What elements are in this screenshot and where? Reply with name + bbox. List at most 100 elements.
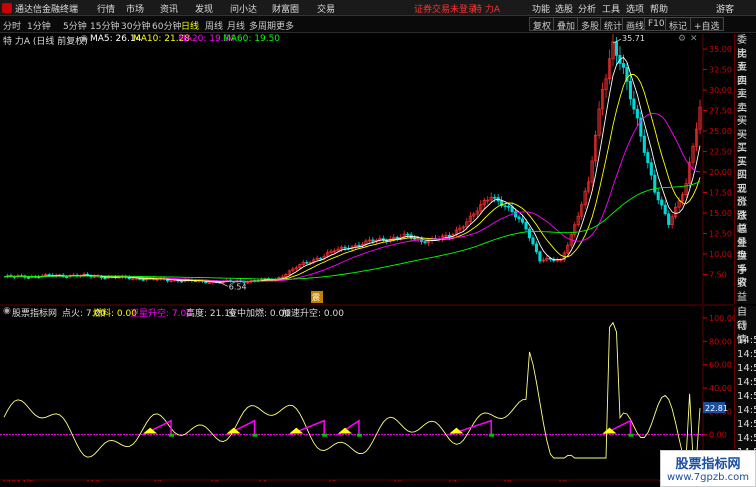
- menu-ask[interactable]: 问小达: [230, 2, 257, 15]
- menu-news[interactable]: 资讯: [160, 2, 178, 15]
- candle-body: [524, 221, 528, 230]
- tab-timeshare[interactable]: 分时: [3, 19, 21, 32]
- time-axis-label: 8: [507, 479, 512, 482]
- quote-label: 卖一: [737, 102, 747, 128]
- fuel-marker: [169, 433, 175, 437]
- tick-label: 14:50: [737, 433, 756, 444]
- candle-body: [663, 204, 667, 215]
- fuel-marker: [252, 433, 258, 437]
- quote-label: 卖五: [737, 48, 747, 74]
- tab-15min[interactable]: 15分钟: [90, 19, 119, 32]
- candle-body: [632, 98, 636, 110]
- price-axis-label: 27.50: [709, 107, 732, 116]
- tab-30min[interactable]: 30分钟: [121, 19, 150, 32]
- ind-axis-label: 0.00: [709, 431, 727, 440]
- tab-daily[interactable]: 日线: [181, 19, 199, 32]
- mark-button[interactable]: 标记: [665, 17, 692, 32]
- ind-axis-label: 100.00: [709, 314, 734, 323]
- candle-body: [65, 276, 69, 278]
- fuel-marker: [322, 433, 328, 437]
- time-axis-label: 7: [452, 479, 457, 482]
- candle-body: [406, 233, 410, 236]
- event-marker-label: 震: [312, 293, 320, 302]
- candle-body: [649, 162, 653, 176]
- quote-label: 净资: [737, 264, 747, 290]
- tab-60min[interactable]: 60分钟: [152, 19, 181, 32]
- quote-label: 涨跌: [737, 197, 747, 222]
- tab-monthly[interactable]: 月线: [227, 19, 245, 32]
- time-axis-label: 6: [397, 479, 402, 482]
- overlay-button[interactable]: 叠加: [553, 17, 580, 32]
- tab-weekly[interactable]: 周线: [205, 19, 223, 32]
- collapse-icon[interactable]: ◉: [80, 34, 88, 44]
- tick-label: 自动: [737, 307, 747, 332]
- quote-label: 涨幅: [737, 210, 747, 236]
- candle-body: [319, 257, 323, 260]
- tab-multi-period[interactable]: 多周期: [249, 19, 276, 32]
- indicator-collapse-icon[interactable]: ◉: [3, 306, 11, 316]
- guest-label[interactable]: 游客: [716, 2, 734, 15]
- app-logo-icon: [2, 3, 12, 13]
- restore-rights-button[interactable]: 复权: [529, 17, 556, 32]
- candle-body: [621, 63, 625, 68]
- price-axis-label: 12.50: [709, 230, 732, 239]
- candle-body: [423, 241, 427, 244]
- quote-label: 买五: [737, 170, 747, 195]
- price-axis-label: 15.00: [709, 209, 732, 218]
- menu-market[interactable]: 市场: [126, 2, 144, 15]
- candle-body: [653, 174, 657, 193]
- ind-axis-label: 80.00: [709, 337, 732, 346]
- price-axis-label: 32.50: [709, 66, 732, 75]
- price-axis-label: 25.00: [709, 127, 732, 136]
- kline-chart[interactable]: 35.0032.5030.0027.5025.0022.5020.0017.50…: [0, 34, 734, 482]
- quote-label: 买二: [737, 129, 747, 155]
- watermark-url: www.7gpzb.com: [667, 472, 749, 483]
- quote-label: 委比: [737, 35, 747, 60]
- price-axis-label: 20.00: [709, 168, 732, 177]
- candle-body: [141, 279, 145, 281]
- fuel-marker: [356, 433, 362, 437]
- close-chart-icon[interactable]: ✕: [690, 34, 698, 44]
- tab-more[interactable]: 更多: [276, 19, 294, 32]
- price-axis-label: 30.00: [709, 86, 732, 95]
- menu-quotes[interactable]: 行情: [97, 2, 115, 15]
- app-name: 通达信金融终端: [15, 5, 79, 15]
- candle-body: [103, 277, 107, 280]
- quote-label: 现价: [737, 183, 747, 209]
- candle-body: [628, 80, 632, 100]
- settings-icon[interactable]: ⚙: [678, 34, 686, 44]
- tab-5min[interactable]: 5分钟: [63, 19, 87, 32]
- candle-body: [395, 236, 399, 239]
- candle-body: [656, 191, 660, 201]
- tick-label: 14:50: [737, 349, 756, 360]
- menu-wealth[interactable]: 财富圈: [272, 2, 299, 15]
- login-notice[interactable]: 证券交易未登录: [414, 2, 477, 15]
- quote-label: 换手: [737, 251, 747, 276]
- menu-analysis[interactable]: 分析: [578, 2, 596, 15]
- title-bar: 通达信金融终端 行情 市场 资讯 发现 问小达 财富圈 交易 证券交易未登录 特…: [0, 0, 756, 16]
- indicator-satellite: 卫星升空: 7.00: [130, 309, 192, 319]
- candle-body: [493, 196, 497, 199]
- candle-body: [635, 108, 639, 119]
- time-axis-label: 9: [562, 479, 567, 482]
- tab-1min[interactable]: 1分钟: [27, 19, 51, 32]
- menu-trade[interactable]: 交易: [317, 2, 335, 15]
- menu-options[interactable]: 选项: [626, 2, 644, 15]
- menu-select[interactable]: 选股: [555, 2, 573, 15]
- indicator-name[interactable]: 股票指标网: [12, 306, 57, 319]
- add-watchlist-button[interactable]: +自选: [690, 17, 724, 32]
- menu-tools[interactable]: 工具: [602, 2, 620, 15]
- candle-body: [357, 244, 361, 247]
- price-axis-label: 17.50: [709, 189, 732, 198]
- menu-discover[interactable]: 发现: [195, 2, 213, 15]
- candle-body: [371, 239, 375, 242]
- menu-help[interactable]: 帮助: [650, 2, 668, 15]
- menu-function[interactable]: 功能: [532, 2, 550, 15]
- quote-panel: 委比 卖五 卖四 卖三 卖二 卖一 买一 买二 买三 买四 买五 现价 涨跌 涨幅 总量 外盘 换手 净资 收益: [734, 34, 756, 304]
- candle-body: [507, 205, 511, 208]
- time-axis-label: 5: [332, 479, 337, 482]
- candle-body: [642, 135, 646, 153]
- low-label: 6.54: [229, 282, 247, 291]
- tick-label: 14:50: [737, 363, 756, 374]
- quote-label: 买四: [737, 156, 747, 182]
